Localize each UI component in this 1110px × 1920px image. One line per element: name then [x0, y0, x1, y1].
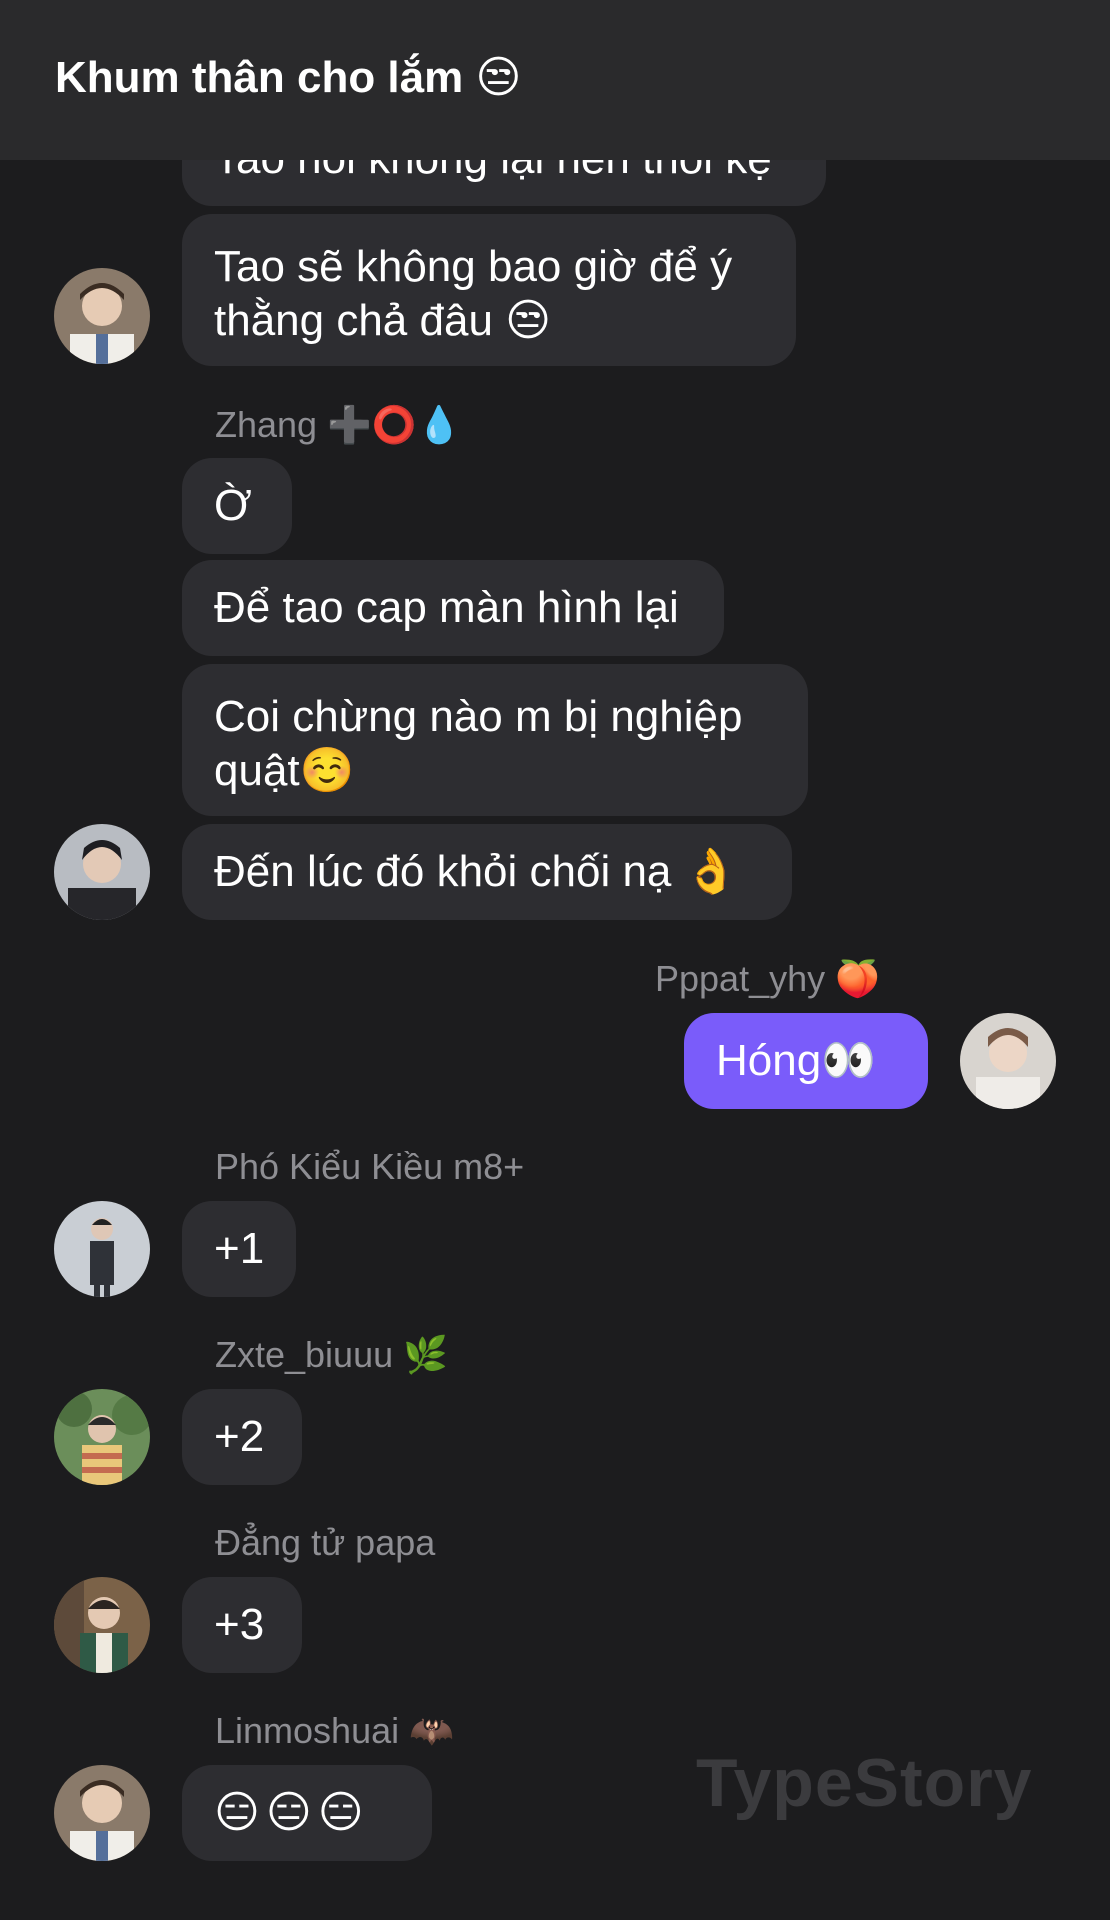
avatar[interactable] — [54, 1577, 150, 1673]
sender-name: Zxte_biuuu 🌿 — [215, 1334, 448, 1375]
sender-name: Đẳng tử papa — [215, 1522, 436, 1563]
message-text: Ờ — [214, 481, 252, 530]
avatar[interactable] — [54, 824, 150, 920]
avatar[interactable] — [54, 1201, 150, 1297]
avatar[interactable] — [960, 1013, 1056, 1109]
message-text: Để tao cap màn hình lại — [214, 583, 679, 632]
sender-name: Linmoshuai 🦇 — [215, 1710, 454, 1751]
message-bubble[interactable]: 😑😑😑 — [182, 1765, 432, 1861]
message-bubble[interactable]: +2 — [182, 1389, 302, 1485]
message-bubble[interactable]: +1 — [182, 1201, 296, 1297]
chat-title[interactable]: Khum thân cho lắm 😒 — [55, 52, 521, 103]
message-text: Tao sẽ không bao giờ để ý thằng chả đâu … — [214, 242, 733, 345]
message-text: 😑😑😑 — [214, 1788, 370, 1837]
message-text: Đến lúc đó khỏi chối nạ 👌 — [214, 847, 739, 896]
message-bubble[interactable]: Để tao cap màn hình lại — [182, 560, 724, 656]
message-bubble[interactable]: Tao sẽ không bao giờ để ý thằng chả đâu … — [182, 214, 796, 366]
sender-name: Pppat_yhy 🍑 — [655, 958, 880, 999]
message-bubble[interactable]: Coi chừng nào m bị nghiệp quật☺️ — [182, 664, 808, 816]
sender-name: Phó Kiểu Kiều m8+ — [215, 1146, 525, 1187]
message-text: Coi chừng nào m bị nghiệp quật☺️ — [214, 692, 743, 795]
avatar[interactable] — [54, 1389, 150, 1485]
message-bubble-outgoing[interactable]: Hóng👀 — [684, 1013, 928, 1109]
message-bubble[interactable]: +3 — [182, 1577, 302, 1673]
avatar[interactable] — [54, 1765, 150, 1861]
message-bubble[interactable]: Ờ — [182, 458, 292, 554]
sender-name: Zhang ➕⭕💧 — [215, 404, 462, 445]
message-text: +2 — [214, 1412, 265, 1461]
message-text: +1 — [214, 1224, 265, 1273]
message-bubble[interactable]: Đến lúc đó khỏi chối nạ 👌 — [182, 824, 792, 920]
chat-header: Khum thân cho lắm 😒 — [0, 0, 1110, 160]
message-text: Hóng👀 — [716, 1036, 876, 1085]
message-text: +3 — [214, 1600, 265, 1649]
avatar[interactable] — [54, 268, 150, 364]
watermark-logo: TypeStory — [696, 1745, 1033, 1821]
